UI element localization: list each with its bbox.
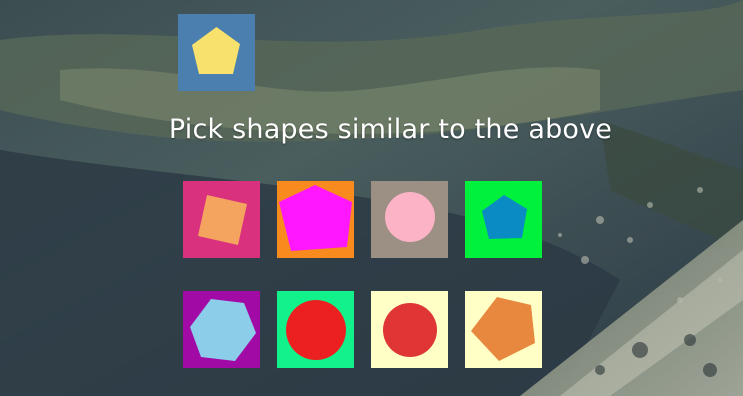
option-tile-1[interactable] (183, 181, 260, 258)
option-tile-7[interactable] (371, 291, 448, 368)
option-tile-8[interactable] (465, 291, 542, 368)
option-tile-6[interactable] (277, 291, 354, 368)
option-tile-2[interactable] (277, 181, 354, 258)
option-tile-5[interactable] (183, 291, 260, 368)
option-tile-4[interactable] (465, 181, 542, 258)
instruction-text: Pick shapes similar to the above (168, 114, 613, 145)
reference-shape-tile (178, 14, 255, 91)
circle-icon (383, 303, 437, 357)
circle-icon (385, 192, 435, 242)
option-tile-3[interactable] (371, 181, 448, 258)
circle-icon (286, 300, 346, 360)
